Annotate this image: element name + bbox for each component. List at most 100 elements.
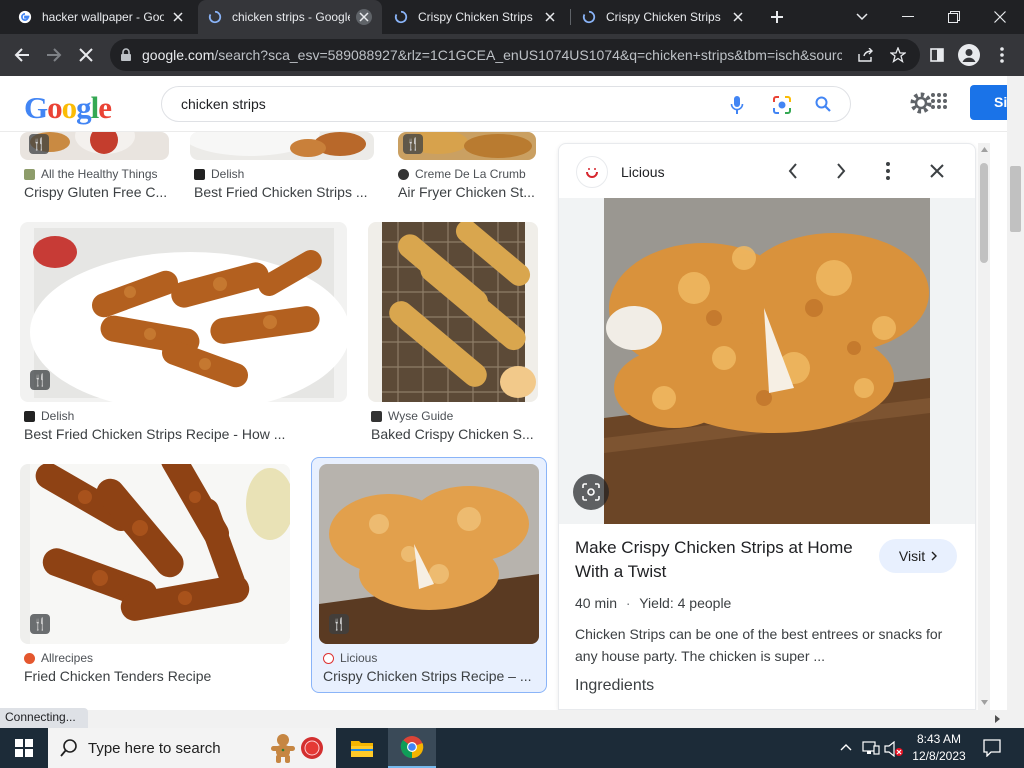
star-icon[interactable] xyxy=(890,47,906,63)
chrome-menu-button[interactable] xyxy=(986,39,1018,71)
back-button[interactable] xyxy=(6,39,38,71)
result-title[interactable]: Baked Crispy Chicken S... xyxy=(371,426,536,442)
source-name: All the Healthy Things xyxy=(41,167,158,181)
search-input[interactable]: chicken strips xyxy=(181,96,266,112)
result-image[interactable]: 🍴 xyxy=(398,132,536,160)
result-source: Creme De La Crumb xyxy=(398,167,526,181)
source-name: Licious xyxy=(340,651,378,665)
more-options-icon[interactable] xyxy=(886,162,890,180)
result-source: Delish xyxy=(24,409,74,423)
arrow-right-icon xyxy=(47,48,62,62)
profile-button[interactable] xyxy=(953,39,985,71)
result-image[interactable] xyxy=(190,132,374,160)
scroll-down-icon[interactable] xyxy=(981,700,988,705)
settings-gear-icon[interactable] xyxy=(909,91,933,115)
horizontal-scrollbar[interactable] xyxy=(0,710,1024,728)
result-title[interactable]: Best Fried Chicken Strips ... xyxy=(194,184,372,200)
baked-chicken-strips-image xyxy=(368,222,538,402)
tab-chicken-strips[interactable]: chicken strips - Google xyxy=(198,0,382,34)
close-tab-icon[interactable] xyxy=(170,9,186,25)
close-tab-icon[interactable] xyxy=(730,9,746,25)
stop-button[interactable] xyxy=(70,39,102,71)
close-window-button[interactable] xyxy=(984,1,1016,33)
tab-search-button[interactable] xyxy=(846,1,878,33)
recipe-description: Chicken Strips can be one of the best en… xyxy=(575,626,943,664)
source-name: Creme De La Crumb xyxy=(415,167,526,181)
site-favicon-icon xyxy=(24,410,35,422)
new-tab-button[interactable] xyxy=(761,1,793,33)
google-apps-icon[interactable] xyxy=(931,93,947,109)
volume-muted-icon[interactable] xyxy=(884,741,904,757)
tab-title: Crispy Chicken Strips R xyxy=(418,10,536,24)
tab-title: Crispy Chicken Strips R xyxy=(606,10,724,24)
google-lens-icon[interactable] xyxy=(772,95,792,115)
chicken-strips-on-plate-image xyxy=(20,222,347,402)
tab-crispy-chicken-2[interactable]: Crispy Chicken Strips R xyxy=(572,0,756,34)
network-icon[interactable] xyxy=(862,740,880,756)
previous-icon[interactable] xyxy=(788,163,798,179)
result-title[interactable]: Crispy Gluten Free C... xyxy=(24,184,174,200)
search-inside-image-button[interactable] xyxy=(573,474,609,510)
page-scrollbar[interactable] xyxy=(1007,76,1024,710)
crispy-chicken-strips-large-image[interactable] xyxy=(604,198,930,524)
url-path: /search?sca_esv=589088927&rlz=1C1GCEA_en… xyxy=(214,47,842,63)
result-image[interactable]: 🍴 xyxy=(20,464,290,644)
system-clock[interactable]: 8:43 AM 12/8/2023 xyxy=(910,731,968,765)
panel-scrollbar[interactable] xyxy=(978,143,990,710)
restore-icon xyxy=(948,11,960,23)
restore-button[interactable] xyxy=(938,1,970,33)
site-favicon-icon xyxy=(323,652,334,664)
microphone-icon[interactable] xyxy=(730,95,744,115)
result-source: Wyse Guide xyxy=(371,409,453,423)
result-title[interactable]: Air Fryer Chicken St... xyxy=(398,184,538,200)
result-image[interactable] xyxy=(368,222,538,402)
result-source: Delish xyxy=(194,167,244,181)
arrow-left-icon xyxy=(14,48,29,62)
minimize-button[interactable] xyxy=(892,1,924,33)
sign-in-button[interactable]: Si xyxy=(970,85,1010,120)
taskbar-search-box[interactable]: Type here to search xyxy=(48,728,336,768)
recipe-icon: 🍴 xyxy=(329,614,349,634)
visit-button[interactable]: Visit xyxy=(879,539,957,573)
result-title[interactable]: Crispy Chicken Strips Recipe – ... xyxy=(323,668,535,684)
tab-hacker-wallpaper[interactable]: hacker wallpaper - Goo xyxy=(8,0,196,34)
address-bar[interactable]: google.com/search?sca_esv=589088927&rlz=… xyxy=(110,39,920,71)
chicken-image xyxy=(190,132,374,160)
source-name: Delish xyxy=(41,409,75,423)
result-image[interactable]: 🍴 xyxy=(20,132,169,160)
recipe-yield: Yield: 4 people xyxy=(639,595,732,611)
file-explorer-button[interactable] xyxy=(338,728,386,768)
panel-title[interactable]: Make Crispy Chicken Strips at Home With … xyxy=(575,536,855,584)
side-panel-button[interactable] xyxy=(921,39,953,71)
lens-icon xyxy=(582,483,600,501)
page-scrollbar-thumb[interactable] xyxy=(1010,166,1021,232)
result-image-selected[interactable]: 🍴 xyxy=(319,464,539,644)
tab-crispy-chicken-1[interactable]: Crispy Chicken Strips R xyxy=(384,0,568,34)
search-icon[interactable] xyxy=(815,96,831,112)
scroll-right-icon[interactable] xyxy=(995,715,1000,723)
gingerbread-icon xyxy=(271,734,295,763)
close-tab-icon[interactable] xyxy=(356,9,372,25)
start-button[interactable] xyxy=(0,728,48,768)
search-box[interactable]: chicken strips xyxy=(161,86,851,122)
logo-letter: o xyxy=(47,90,62,125)
site-favicon-icon xyxy=(371,410,382,422)
close-panel-icon[interactable] xyxy=(930,164,944,178)
panel-scrollbar-thumb[interactable] xyxy=(980,163,988,263)
close-tab-icon[interactable] xyxy=(542,9,558,25)
show-hidden-icons-icon[interactable] xyxy=(840,743,852,751)
result-title[interactable]: Fried Chicken Tenders Recipe xyxy=(24,668,294,684)
chrome-taskbar-button[interactable] xyxy=(388,728,436,768)
scroll-up-icon[interactable] xyxy=(981,147,988,152)
next-icon[interactable] xyxy=(836,163,846,179)
panel-source-name[interactable]: Licious xyxy=(621,164,665,180)
result-image[interactable]: 🍴 xyxy=(20,222,347,402)
logo-letter: o xyxy=(61,90,77,125)
tab-divider xyxy=(570,9,571,25)
logo-letter: g xyxy=(76,90,91,125)
google-logo[interactable]: Google xyxy=(24,90,112,126)
notifications-icon[interactable] xyxy=(983,739,1001,757)
share-icon[interactable] xyxy=(858,48,874,62)
result-title[interactable]: Best Fried Chicken Strips Recipe - How .… xyxy=(24,426,344,442)
forward-button[interactable] xyxy=(38,39,70,71)
